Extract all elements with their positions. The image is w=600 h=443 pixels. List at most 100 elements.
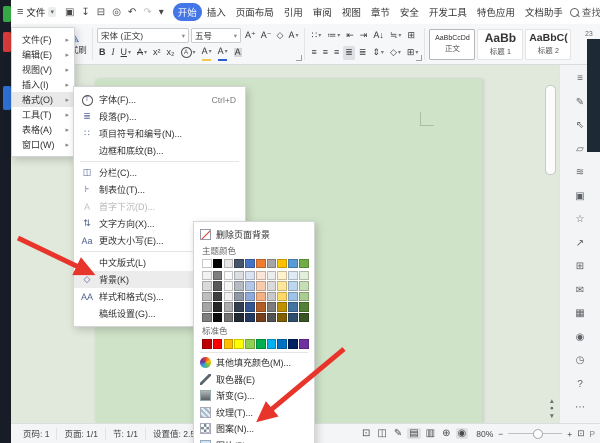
zoom-slider-knob[interactable] [533,429,543,439]
theme-tint-swatch[interactable] [299,292,309,301]
theme-tint-swatch[interactable] [234,281,244,290]
standard-color-swatch[interactable] [224,339,234,349]
line-spacing-button[interactable]: ⇕▾ [370,46,386,60]
tab-references[interactable]: 引用 [279,3,308,21]
theme-tint-swatch[interactable] [288,281,298,290]
theme-tint-swatch[interactable] [277,281,287,290]
menu-item-window[interactable]: 窗口(W)▸ [12,137,74,152]
tab-section[interactable]: 章节 [366,3,395,21]
adjust-tool-icon[interactable]: ≋ [576,161,584,185]
image-tool-icon[interactable]: ▣ [575,185,584,209]
zoom-slider[interactable] [508,433,562,434]
tab-special-features[interactable]: 特色应用 [472,3,520,21]
theme-tint-swatch[interactable] [299,313,309,322]
standard-color-swatch[interactable] [288,339,298,349]
export-pdf-button[interactable]: ↧ [81,7,89,18]
subscript-button[interactable]: x₂ [165,46,177,60]
theme-tint-swatch[interactable] [234,302,244,311]
menu-item-view[interactable]: 视图(V)▸ [12,62,74,77]
underline-button[interactable]: U▾ [119,46,134,60]
dock-app-icon-blue[interactable] [3,86,11,110]
standard-color-swatch[interactable] [299,339,309,349]
theme-tint-swatch[interactable] [234,271,244,280]
theme-tint-swatch[interactable] [213,302,223,311]
numbering-button[interactable]: ≔▾ [325,29,342,43]
theme-tint-swatch[interactable] [202,302,212,311]
zoom-in-button[interactable]: + [567,429,572,439]
theme-tint-swatch[interactable] [277,302,287,311]
tab-insert[interactable]: 插入 [202,3,231,21]
borders-button[interactable]: ⊞▾ [405,46,421,60]
character-shading-button[interactable]: A [232,46,244,60]
theme-tint-swatch[interactable] [202,281,212,290]
theme-tint-swatch[interactable] [213,313,223,322]
theme-tint-swatch[interactable] [202,313,212,322]
theme-tint-swatch[interactable] [256,271,266,280]
menu-item-texture[interactable]: 纹理(T)... [194,404,314,421]
shapes-tool-icon[interactable]: ▱ [576,138,584,162]
print-layout-view-button[interactable]: ▤ [407,428,420,439]
theme-tint-swatch[interactable] [256,302,266,311]
theme-tint-swatch[interactable] [234,313,244,322]
theme-tint-swatch[interactable] [299,271,309,280]
theme-tint-swatch[interactable] [224,292,234,301]
standard-color-swatch[interactable] [245,339,255,349]
increase-indent-button[interactable]: ⇥ [358,29,370,43]
justify-button[interactable]: ≣ [343,46,355,60]
dock-app-icon-green[interactable] [3,6,11,22]
shading-button[interactable]: ◇▾ [388,46,403,60]
menu-item-format[interactable]: 格式(O)▸ [12,92,74,107]
menu-item-font[interactable]: T字体(F)...Ctrl+D [74,91,245,108]
theme-tint-swatch[interactable] [213,292,223,301]
theme-color-swatch[interactable] [288,259,298,269]
theme-color-swatch[interactable] [256,259,266,269]
theme-tint-swatch[interactable] [213,271,223,280]
font-size-select[interactable]: 五号 ▾ [191,28,241,43]
tab-page-layout[interactable]: 页面布局 [231,3,279,21]
menu-item-pattern[interactable]: 图案(N)... [194,421,314,438]
tab-home[interactable]: 开始 [173,3,202,21]
highlight-color-button[interactable]: A▾ [200,44,214,61]
two-page-view-button[interactable]: ◫ [375,428,388,439]
theme-tint-swatch[interactable] [299,302,309,311]
style-heading-1[interactable]: AaBb标题 1 [477,29,523,60]
theme-tint-swatch[interactable] [288,292,298,301]
theme-tint-swatch[interactable] [224,302,234,311]
menu-item-paragraph[interactable]: ≣段落(P)... [74,108,245,125]
text-tool-button[interactable]: ≒▾ [388,29,404,43]
theme-tint-swatch[interactable] [224,271,234,280]
theme-tint-swatch[interactable] [288,271,298,280]
theme-tint-swatch[interactable] [277,271,287,280]
theme-tint-swatch[interactable] [267,313,277,322]
theme-tint-swatch[interactable] [299,281,309,290]
record-icon[interactable]: ◉ [576,326,585,350]
menu-item-picture[interactable]: 图片(P)... [194,437,314,443]
menu-item-eyedropper[interactable]: 取色器(E) [194,371,314,388]
tab-dev-tools[interactable]: 开发工具 [424,3,472,21]
apps-add-icon[interactable]: ⊞ [576,255,584,279]
fit-page-button[interactable]: ⊡ [577,428,584,439]
more-icon[interactable]: ⋯ [575,396,585,420]
panel-handle-icon[interactable]: ≡ [577,67,583,91]
theme-tint-swatch[interactable] [267,292,277,301]
undo-button[interactable]: ↶ [128,7,136,18]
theme-color-swatch[interactable] [299,259,309,269]
theme-tint-swatch[interactable] [245,313,255,322]
theme-color-swatch[interactable] [202,259,212,269]
standard-color-swatch[interactable] [277,339,287,349]
standard-color-swatch[interactable] [267,339,277,349]
theme-tint-swatch[interactable] [288,302,298,311]
style-heading-2[interactable]: AaBbC(标题 2 [525,29,571,60]
theme-tint-swatch[interactable] [267,281,277,290]
theme-color-swatch[interactable] [234,259,244,269]
theme-tint-swatch[interactable] [202,271,212,280]
text-effects-button[interactable]: A▾ [286,29,300,43]
theme-tint-swatch[interactable] [256,292,266,301]
standard-color-swatch[interactable] [234,339,244,349]
theme-tint-swatch[interactable] [288,313,298,322]
theme-tint-swatch[interactable] [245,302,255,311]
decrease-font-size-button[interactable]: A⁻ [259,29,274,43]
menu-item-tools[interactable]: 工具(T)▸ [12,107,74,122]
share-icon[interactable]: ↗ [576,232,584,256]
menu-item-more-fill-colors[interactable]: 其他填充颜色(M)... [194,355,314,372]
